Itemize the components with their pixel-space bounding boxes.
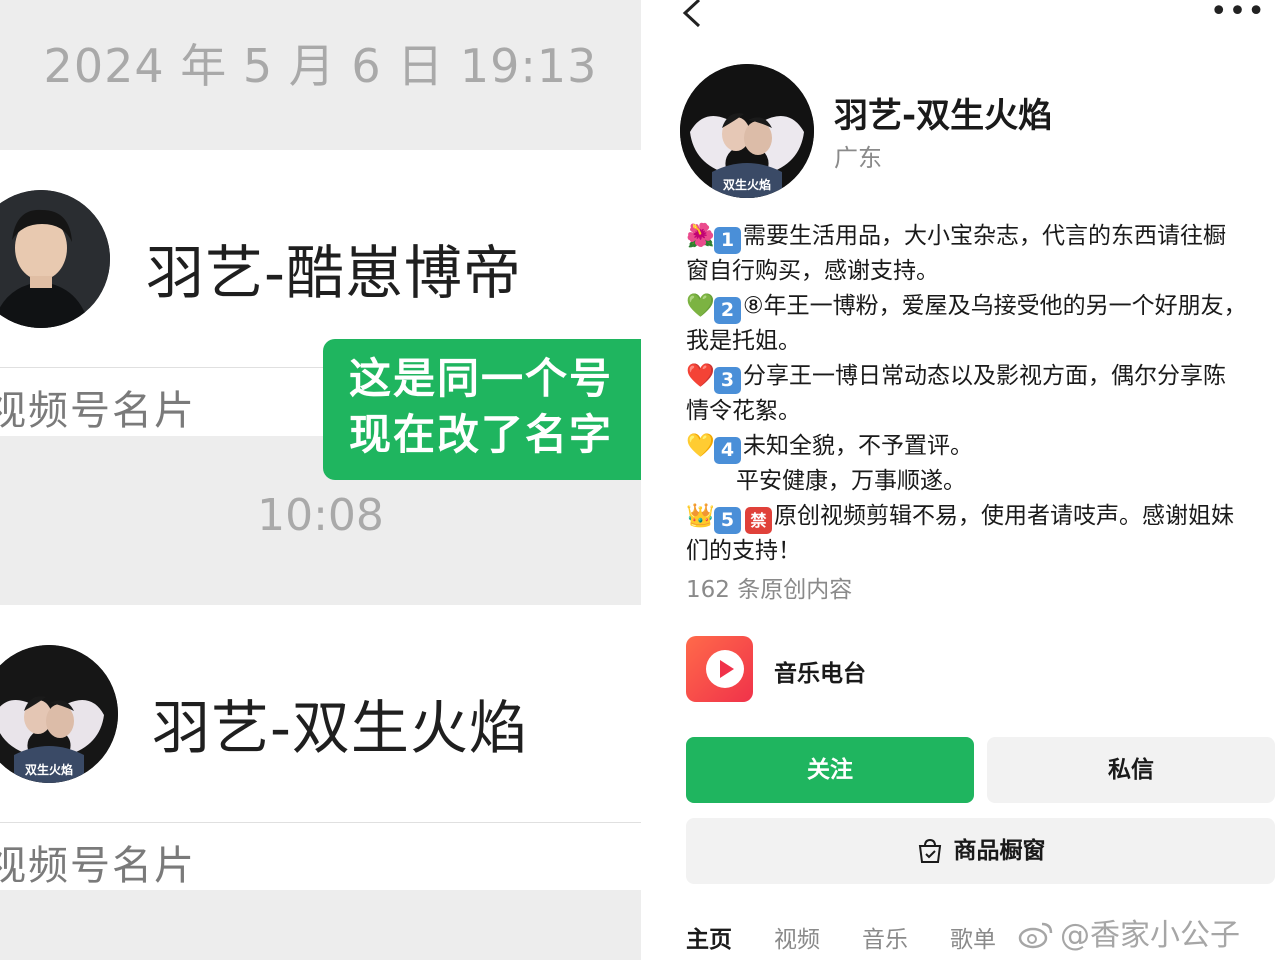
bio-text: ⑧年王一博粉，爱屋及乌接受他的另一个好朋友， [743,293,1247,319]
channel-name: 羽艺-酷崽博帝 [146,239,522,307]
bio-line: 💚 2 ⑧年王一博粉，爱屋及乌接受他的另一个好朋友， [686,289,1276,324]
profile-bio: 🌺 1 需要生活用品，大小宝杂志，代言的东西请往橱 窗自行购买，感谢支持。 💚 2 ⑧年… [686,219,1276,569]
flower-emoji: 🌺 [686,223,715,249]
original-content-count[interactable]: 162 条原创内容 [686,570,852,604]
bio-text: 需要生活用品，大小宝杂志，代言的东西请往橱 [743,223,1226,249]
keycap-3-icon: 3 [714,367,741,394]
avatar: 双生火焰 [0,645,118,783]
avatar-caption: 双生火焰 [722,178,771,192]
more-options-icon[interactable]: ••• [1210,0,1266,29]
timestamp: 10:08 [257,490,384,541]
shop-window-label: 商品橱窗 [953,838,1046,864]
callout-line: 现在改了名字 [349,410,614,459]
watermark: @香家小公子 [1018,910,1240,954]
bio-line: 窗自行购买，感谢支持。 [686,258,939,284]
channel-card[interactable]: 双生火焰 羽艺-双生火焰 视频号名片 [0,605,641,890]
shopping-bag-icon [916,824,944,863]
bio-text: 原创视频剪辑不易，使用者请吱声。感谢姐妹 [774,503,1234,529]
shop-window-button[interactable]: 商品橱窗 [686,818,1275,884]
channel-name: 羽艺-双生火焰 [152,694,528,762]
avatar [0,190,110,328]
bio-line: 情令花絮。 [686,398,801,424]
bio-text: 未知全貌，不予置评。 [743,433,973,459]
keycap-5-icon: 5 [714,507,741,534]
profile-location: 广东 [834,144,882,172]
tab-videos[interactable]: 视频 [774,920,820,954]
watermark-text: @香家小公子 [1060,918,1240,953]
bio-text: 分享王一博日常动态以及影视方面，偶尔分享陈 [743,363,1226,389]
profile-panel: ••• 双生火焰 羽艺-双生火焰 广东 🌺 1 需要生活用品，大小宝杂志，代言的东西… [641,0,1280,960]
chat-panel: 2024 年 5 月 6 日 19:13 羽艺-酷崽博帝 视频号名片 10:08 [0,0,641,960]
crown-emoji: 👑 [686,503,715,529]
green-heart-emoji: 💚 [686,293,715,319]
divider [0,822,641,823]
music-radio-label[interactable]: 音乐电台 [774,654,866,688]
timestamp: 2024 年 5 月 6 日 19:13 [43,39,598,93]
chevron-left-icon[interactable] [681,0,703,39]
avatar[interactable]: 双生火焰 [680,64,814,198]
bio-line: 平安健康，万事顺遂。 [736,468,966,494]
tab-playlists[interactable]: 歌单 [950,920,996,954]
callout-line: 这是同一个号 [349,354,614,403]
tab-home[interactable]: 主页 [686,920,732,954]
tab-music[interactable]: 音乐 [862,920,908,954]
profile-name: 羽艺-双生火焰 [834,96,1053,136]
bio-line: 🌺 1 需要生活用品，大小宝杂志，代言的东西请往橱 [686,219,1276,254]
keycap-4-icon: 4 [714,437,741,464]
ban-icon: 禁 [745,507,772,534]
card-subtitle: 视频号名片 [0,843,196,889]
bio-line: 💛 4 未知全貌，不予置评。 [686,429,1276,464]
yellow-heart-emoji: 💛 [686,433,715,459]
keycap-2-icon: 2 [714,297,741,324]
red-heart-emoji: ❤️ [686,363,715,389]
weibo-logo-icon [1018,921,1054,949]
play-icon[interactable] [686,636,753,702]
follow-button[interactable]: 关注 [686,737,974,803]
card-subtitle: 视频号名片 [0,388,196,434]
bio-line: 👑 5 禁原创视频剪辑不易，使用者请吱声。感谢姐妹 [686,499,1276,534]
message-button[interactable]: 私信 [987,737,1275,803]
bio-line: ❤️ 3 分享王一博日常动态以及影视方面，偶尔分享陈 [686,359,1276,394]
bio-line: 们的支持！ [686,538,801,564]
bio-line: 我是托姐。 [686,328,801,354]
annotation-callout: 这是同一个号 现在改了名字 [323,339,664,480]
avatar-caption: 双生火焰 [24,763,73,777]
keycap-1-icon: 1 [714,227,741,254]
